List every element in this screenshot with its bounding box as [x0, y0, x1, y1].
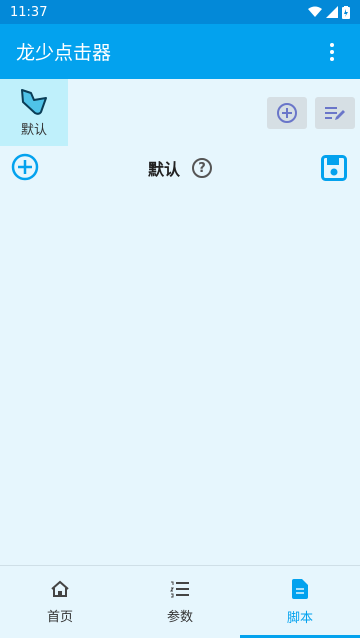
wifi-icon: [308, 6, 322, 17]
nav-item-script[interactable]: 脚本: [240, 566, 360, 638]
nav-item-params[interactable]: 参数: [120, 566, 240, 638]
menu-dot: [330, 49, 334, 54]
script-title-group: 默认 ?: [0, 156, 360, 180]
app-bar: 龙少点击器: [0, 24, 360, 79]
signal-icon: [326, 6, 338, 18]
nav-label-script: 脚本: [286, 610, 313, 626]
edit-list-icon: [325, 107, 345, 120]
status-icons: [308, 5, 350, 19]
edit-folder-button[interactable]: [315, 97, 355, 129]
bottom-nav: 首页 参数 脚本: [0, 565, 360, 638]
script-header: 默认 ?: [0, 150, 360, 186]
list-icon: [170, 581, 189, 597]
save-icon[interactable]: [321, 155, 347, 181]
add-circle-icon: [277, 103, 297, 123]
nav-item-home[interactable]: 首页: [0, 566, 120, 638]
folder-label: 默认: [20, 122, 47, 138]
folder-icon: [21, 88, 47, 115]
folder-tab-default[interactable]: 默认: [0, 79, 68, 146]
script-title: 默认: [147, 160, 180, 179]
battery-icon: [342, 5, 350, 19]
nav-label-home: 首页: [46, 609, 73, 625]
menu-dot: [330, 42, 334, 47]
home-icon: [51, 580, 69, 597]
app-title: 龙少点击器: [16, 42, 112, 64]
overflow-menu-button[interactable]: [320, 40, 344, 64]
help-icon[interactable]: ?: [192, 158, 212, 178]
nav-label-params: 参数: [166, 609, 193, 625]
add-folder-button[interactable]: [267, 97, 307, 129]
status-bar: 11:37: [0, 0, 360, 24]
status-time: 11:37: [10, 4, 48, 20]
document-icon: [292, 578, 308, 599]
menu-dot: [330, 56, 334, 61]
